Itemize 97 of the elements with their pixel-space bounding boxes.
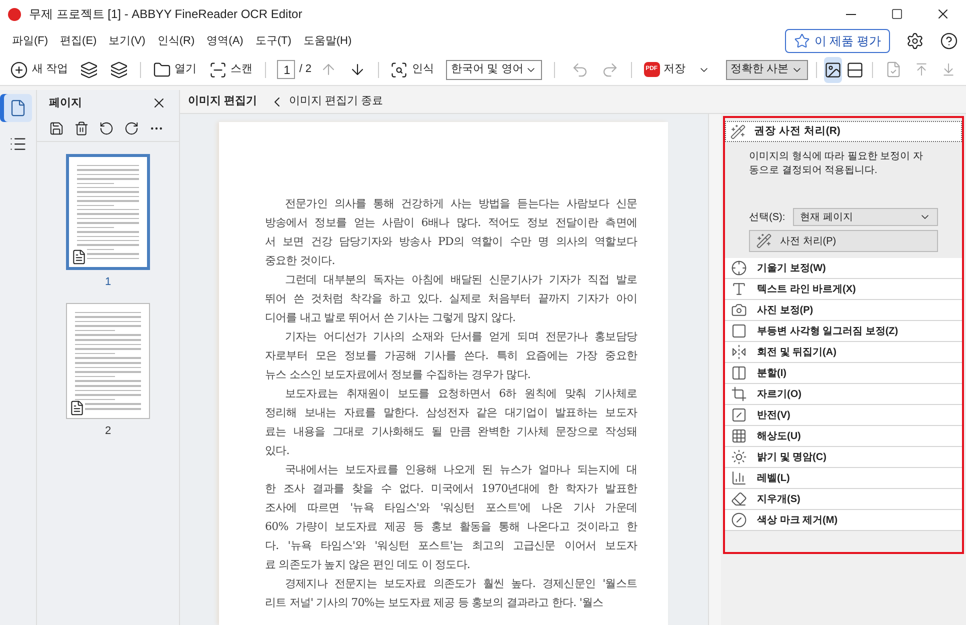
tool-row[interactable]: 색상 마크 제거(M) (725, 510, 962, 531)
image-icon (824, 60, 842, 78)
save-mode-select[interactable]: 정확한 사본 (726, 60, 808, 80)
exit-editor-link[interactable]: 이미지 편집기 종료 (269, 93, 384, 110)
vertical-scrollbar[interactable] (708, 114, 721, 625)
menu-item[interactable]: 파일(F) (6, 32, 54, 50)
tool-row[interactable]: 사진 보정(P) (725, 300, 962, 321)
trash-button[interactable] (74, 121, 89, 136)
crop-icon (731, 386, 747, 402)
document-paragraph: 전문가인 의사를 통해 건강하게 사는 방법을 듣는다는 사람보다 신문 방송에서 정보를 얻는 사람이 6배나 많다. 적어도 정보 전달이란 측면에 서 보면 건강 담당기자와 방송사 PD의 역할이 수만 명 의사의 역할보다 중요한 것이다. (265, 196, 637, 269)
select-label: 선택(S): (749, 210, 786, 224)
preprocess-header[interactable]: 권장 사전 처리(R) (725, 121, 962, 142)
eraser-icon (731, 491, 747, 507)
recognize-button[interactable]: 인식 (386, 56, 438, 84)
settings-button[interactable] (906, 32, 924, 50)
save-button[interactable] (49, 121, 64, 136)
menu-item[interactable]: 인식(R) (151, 32, 201, 50)
image-view-button[interactable] (824, 56, 842, 82)
help-button[interactable] (940, 32, 958, 50)
page-total: / 2 (299, 62, 312, 78)
panel-title: 페이지 (49, 96, 82, 111)
settings-icon (906, 32, 924, 50)
rotate-right-button[interactable] (124, 121, 139, 136)
menu-item[interactable]: 보기(V) (102, 32, 152, 50)
resolution-icon (731, 428, 747, 444)
document-paragraph: 국내에서는 보도자료를 인용해 나오게 된 뉴스가 얼마나 되는지에 대 한 조사 결과를 찾을 수 없다. 미국에서 1970년대에 한 학자가 발표한 조사에 따르면 '뉴욕 타임스'와 '워싱턴 포스트'에 나온 기사 가운데 60% 가량이 보도자료 제공 등 홍보 활동을 통해 나온다고 것이라고 한 다. '뉴욕 타임스'와 '워싱턴 포스트'는 최고의 고급신문 이어서 보도자 료 의존도가 높지 않은 편인 데도 이 정도다. (265, 462, 637, 573)
text-page-icon (71, 249, 87, 265)
menu-item[interactable]: 편집(E) (54, 32, 103, 50)
plus-circle-icon (10, 60, 28, 78)
menu-item[interactable]: 도움말(H) (297, 32, 358, 50)
pages-panel-button[interactable] (4, 94, 32, 122)
document-paragraph: 경제지나 전문지는 보도자료 의존도가 훨씬 높다. 경제신문인 '월스트 리트 저널' 기사의 70%는 보도자료 제공 등 홍보의 결과라고 한다. '월스 (265, 576, 637, 611)
preprocess-title: 권장 사전 처리(R) (754, 124, 840, 139)
layers-plus-icon (80, 60, 98, 78)
menu-item[interactable]: 도구(T) (249, 32, 298, 50)
page-thumbnail[interactable] (66, 302, 150, 418)
split-page-icon (731, 365, 747, 381)
document-paragraph: 보도자료는 취재원이 보도를 요청하면서 6하 원칙에 맞춰 기사체로 정리해 보내는 자료를 말한다. 삼성전자 같은 대기업이 발표하는 보도자 료는 내용을 그대로 기사화해도 될 만큼 완벽한 기사체 문장으로 작성돼 있다. (265, 386, 637, 459)
crosshair-icon (731, 260, 747, 276)
rotate-right-icon (124, 121, 139, 136)
trash-icon (74, 121, 89, 136)
page-thumbnail[interactable] (66, 154, 150, 270)
levels-icon (731, 470, 747, 486)
tool-row[interactable]: 텍스트 라인 바르게(X) (725, 279, 962, 300)
file-check-icon (884, 61, 902, 78)
tool-row[interactable]: 밝기 및 명암(C) (725, 447, 962, 468)
rows-icon (846, 60, 864, 78)
window-title: 무제 프로젝트 [1] - ABBYY FineReader OCR Editor (29, 6, 302, 23)
save-icon (49, 121, 64, 136)
help-icon (940, 32, 958, 50)
camera-icon (731, 302, 747, 318)
tool-row[interactable]: 레벨(L) (725, 468, 962, 489)
arrow-up-line-icon (914, 62, 929, 77)
preprocess-button[interactable]: 사전 처리(P) (749, 230, 938, 252)
tool-row[interactable]: 지우개(S) (725, 489, 962, 510)
tool-row[interactable]: 해상도(U) (725, 426, 962, 447)
text-t-icon (731, 281, 747, 297)
recognize-icon (390, 60, 408, 78)
tool-row[interactable]: 회전 및 뒤집기(A) (725, 342, 962, 363)
tool-row[interactable]: 반전(V) (725, 405, 962, 426)
folder-icon (152, 60, 171, 78)
document-paragraph: 기자는 어디선가 기사의 소재와 단서를 얻게 되며 전문가나 홍보담당 자로부터 모은 정보를 가공해 기사를 쓴다. 특히 요즘에는 가장 중요한 뉴스 소스인 보도자료에서 정보를 수집하는 경우가 많다. (265, 329, 637, 383)
open-button[interactable]: 열기 (148, 56, 201, 84)
rate-product-button[interactable]: 이 제품 평가 (785, 29, 890, 53)
tool-row[interactable]: 부등변 사각형 일그러짐 보정(Z) (725, 321, 962, 342)
scan-icon (208, 60, 227, 78)
maximize-icon (891, 8, 903, 20)
rotate-left-button[interactable] (99, 121, 114, 136)
invert-icon (731, 407, 747, 423)
wand-icon (756, 233, 772, 249)
menu-item[interactable]: 영역(A) (200, 32, 250, 50)
redo-icon (600, 60, 619, 78)
flip-icon (731, 344, 747, 360)
tool-row[interactable]: 자르기(O) (725, 384, 962, 405)
layers-icon (110, 60, 128, 78)
editor-tab[interactable]: 이미지 편집기 (188, 93, 258, 110)
page-number: 2 (104, 424, 112, 438)
undo-icon (570, 60, 589, 78)
app-logo-icon (8, 8, 21, 20)
rotate-left-icon (99, 121, 114, 136)
wand-icon (730, 124, 746, 140)
star-icon (794, 33, 810, 49)
preprocess-description: 이미지의 형식에 따라 필요한 보정이 자동으로 결정되어 적용됩니다. (749, 150, 924, 178)
tool-row[interactable]: 분할(I) (725, 363, 962, 384)
brightness-icon (731, 449, 747, 465)
language-select[interactable]: 한국어 및 영어 (446, 60, 542, 80)
list-icon (9, 135, 27, 153)
scan-button[interactable]: 스캔 (204, 56, 257, 84)
arrow-down-line-icon (940, 62, 956, 77)
text-page-icon (69, 400, 85, 416)
page-icon (9, 99, 27, 117)
new-task-button[interactable]: 새 작업 (6, 56, 72, 84)
page-number: 1 (104, 275, 112, 290)
tool-row[interactable]: 기울기 보정(W) (725, 258, 962, 279)
page-scope-select[interactable]: 현재 페이지 (793, 208, 938, 226)
document-paragraph: 그런데 대부분의 독자는 아침에 배달된 신문기사가 기자가 직접 발로 뛰어 쓴 것처럼 착각을 하고 있다. 실제로 처음부터 끝까지 기자가 아이 디어를 내고 발로 뛰어서 쓴 기사는 그렇게 많지 않다. (265, 272, 637, 326)
page-number-field[interactable]: 1 (277, 60, 296, 79)
